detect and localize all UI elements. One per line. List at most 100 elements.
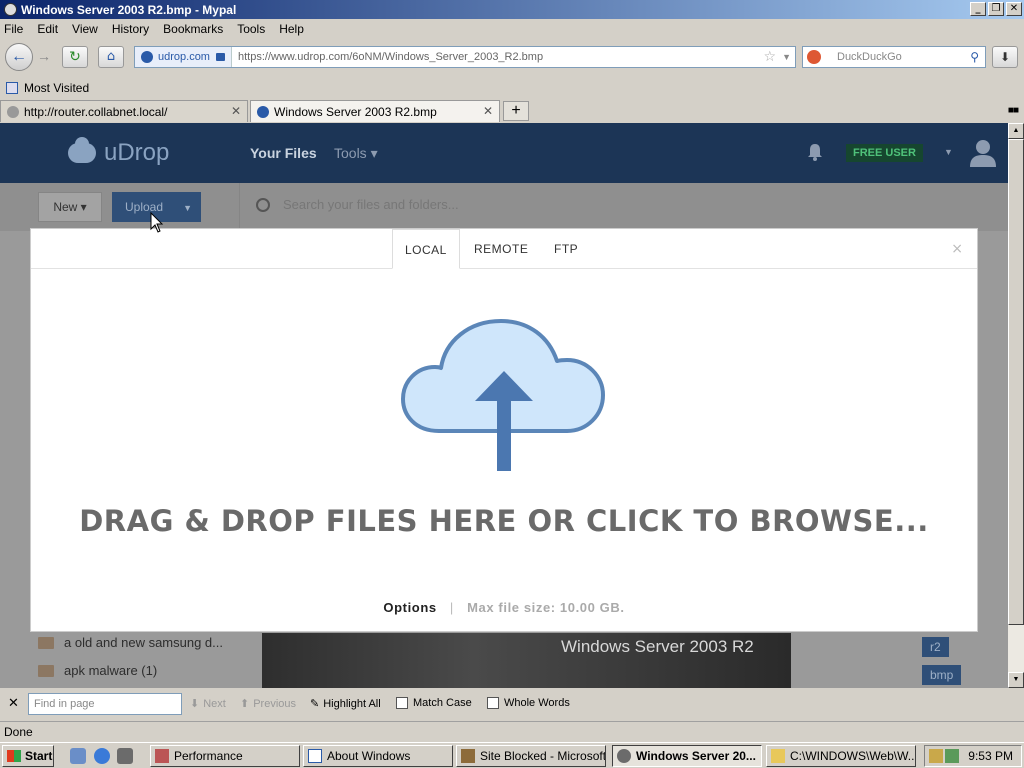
duckduckgo-icon[interactable] <box>807 50 821 64</box>
match-case-label: Match Case <box>413 697 472 709</box>
tab-router[interactable]: http://router.collabnet.local/ ✕ <box>0 100 248 122</box>
tab-udrop[interactable]: Windows Server 2003 R2.bmp ✕ <box>250 100 500 122</box>
maximize-button[interactable]: ❐ <box>988 2 1004 16</box>
web-search-box[interactable]: DuckDuckGo ⚲ <box>802 46 986 68</box>
search-icon <box>256 197 270 212</box>
taskbar-item-performance[interactable]: Performance <box>150 745 300 767</box>
find-in-page-input[interactable]: Find in page <box>28 693 182 715</box>
chevron-down-icon[interactable]: ▼ <box>183 203 192 213</box>
folder-item[interactable]: apk malware (1) <box>38 663 157 678</box>
file-tag[interactable]: bmp <box>922 665 962 685</box>
options-link[interactable]: Options <box>383 600 436 615</box>
most-visited-bookmark[interactable]: Most Visited <box>24 81 89 95</box>
file-search[interactable]: Search your files and folders... <box>256 197 459 212</box>
chevron-down-icon[interactable]: ▼ <box>944 147 953 157</box>
menu-tools[interactable]: Tools <box>237 22 265 36</box>
menu-file[interactable]: File <box>4 22 23 36</box>
new-button[interactable]: New ▾ <box>38 192 102 222</box>
user-avatar-icon[interactable] <box>968 137 998 167</box>
window-controls: _ ❐ ✕ <box>970 2 1022 16</box>
dropzone-instructions[interactable]: DRAG & DROP FILES HERE OR CLICK TO BROWS… <box>31 504 977 538</box>
find-next-button[interactable]: ⬇ Next <box>190 697 226 711</box>
menu-view[interactable]: View <box>72 22 98 36</box>
upload-modal: LOCAL REMOTE FTP × DRAG & DROP FILES HER… <box>30 228 978 632</box>
find-previous-label: Previous <box>253 697 297 710</box>
upload-footer: Options | Max file size: 10.00 GB. <box>31 600 977 615</box>
scroll-up-icon[interactable]: ▲ <box>1008 123 1024 139</box>
tray-app-icon[interactable] <box>929 749 943 763</box>
url-bar[interactable]: udrop.com https://www.udrop.com/6oNM/Win… <box>134 46 796 68</box>
menu-help[interactable]: Help <box>279 22 304 36</box>
taskbar-item-windows-server[interactable]: Windows Server 20... <box>612 745 762 767</box>
tab-remote[interactable]: REMOTE <box>474 229 528 269</box>
cloud-upload-icon[interactable] <box>401 315 607 475</box>
system-tray: 9:53 PM <box>924 745 1022 767</box>
file-tag[interactable]: r2 <box>922 637 949 657</box>
down-arrow-icon: ⬇ <box>190 698 200 710</box>
taskbar-item-explorer[interactable]: C:\WINDOWS\Web\W... <box>766 745 916 767</box>
show-desktop-icon[interactable] <box>70 748 86 764</box>
taskbar-item-about-windows[interactable]: About Windows <box>303 745 453 767</box>
highlight-all-button[interactable]: ✎ Highlight All <box>310 697 381 711</box>
minimize-button[interactable]: _ <box>970 2 986 16</box>
site-identity[interactable]: udrop.com <box>135 47 232 67</box>
menu-history[interactable]: History <box>112 22 149 36</box>
task-label: About Windows <box>327 749 411 763</box>
url-dropdown-icon[interactable]: ▼ <box>782 52 791 62</box>
download-arrow-icon[interactable]: ⬇ <box>992 46 1018 68</box>
menu-edit[interactable]: Edit <box>37 22 58 36</box>
find-previous-button[interactable]: ⬆ Previous <box>240 697 297 711</box>
vertical-scrollbar[interactable]: ▲ ▼ <box>1008 123 1024 688</box>
close-find-bar-icon[interactable]: ✕ <box>8 696 19 711</box>
preview-image-caption: Windows Server 2003 R2 <box>561 637 754 656</box>
search-icon[interactable]: ⚲ <box>970 50 979 64</box>
checkbox-icon[interactable] <box>487 697 499 709</box>
clock[interactable]: 9:53 PM <box>968 749 1013 763</box>
mouse-cursor-icon <box>150 212 164 233</box>
mypal-icon[interactable] <box>117 748 133 764</box>
back-arrow-icon[interactable]: ← <box>5 43 33 71</box>
close-window-button[interactable]: ✕ <box>1006 2 1022 16</box>
task-label: Windows Server 20... <box>636 749 756 763</box>
bookmark-star-icon[interactable]: ☆ <box>764 49 777 65</box>
find-bar: ✕ Find in page ⬇ Next ⬆ Previous ✎ Highl… <box>0 689 1024 719</box>
scrollbar-thumb[interactable] <box>1008 139 1024 625</box>
close-tab-icon[interactable]: ✕ <box>483 104 493 118</box>
tab-list-icon[interactable]: ■■ <box>1008 105 1019 116</box>
window-title: Windows Server 2003 R2.bmp - Mypal <box>21 2 237 17</box>
nav-tools[interactable]: Tools ▾ <box>334 145 378 162</box>
nav-your-files[interactable]: Your Files <box>250 145 317 161</box>
scroll-down-icon[interactable]: ▼ <box>1008 672 1024 688</box>
navigation-toolbar: ← → ↻ ⌂ udrop.com https://www.udrop.com/… <box>0 40 1024 76</box>
checkbox-icon[interactable] <box>396 697 408 709</box>
close-tab-icon[interactable]: ✕ <box>231 104 241 118</box>
udrop-header: uDrop Your Files Tools ▾ FREE USER ▼ <box>0 123 1008 183</box>
close-icon[interactable]: × <box>951 241 963 257</box>
highlighter-icon: ✎ <box>310 698 320 710</box>
task-label: Site Blocked - Microsoft... <box>480 749 606 763</box>
menu-bookmarks[interactable]: Bookmarks <box>163 22 223 36</box>
account-type-badge[interactable]: FREE USER <box>846 144 923 162</box>
tab-local[interactable]: LOCAL <box>392 229 460 269</box>
match-case-checkbox[interactable]: Match Case <box>396 697 472 709</box>
folder-item[interactable]: a old and new samsung d... <box>38 635 223 650</box>
tab-ftp[interactable]: FTP <box>554 229 578 269</box>
reload-icon[interactable]: ↻ <box>62 46 88 68</box>
new-tab-plus-icon[interactable]: + <box>503 101 529 121</box>
folder-icon <box>771 749 785 763</box>
internet-explorer-icon[interactable] <box>94 748 110 764</box>
footer-separator: | <box>449 600 454 615</box>
forward-arrow-icon[interactable]: → <box>34 48 54 66</box>
start-button[interactable]: Start <box>2 745 54 767</box>
task-label: C:\WINDOWS\Web\W... <box>790 749 916 763</box>
url-text[interactable]: https://www.udrop.com/6oNM/Windows_Serve… <box>232 51 764 63</box>
bell-icon[interactable] <box>807 143 823 161</box>
window-title-bar[interactable]: Windows Server 2003 R2.bmp - Mypal _ ❐ ✕ <box>0 0 1024 19</box>
whole-words-checkbox[interactable]: Whole Words <box>487 697 570 709</box>
tray-network-icon[interactable] <box>945 749 959 763</box>
udrop-logo[interactable]: uDrop <box>68 137 169 167</box>
home-icon[interactable]: ⌂ <box>98 46 124 68</box>
folder-name: a old and new samsung d... <box>64 635 223 650</box>
taskbar-item-site-blocked[interactable]: Site Blocked - Microsoft... <box>456 745 606 767</box>
whole-words-label: Whole Words <box>504 697 570 709</box>
